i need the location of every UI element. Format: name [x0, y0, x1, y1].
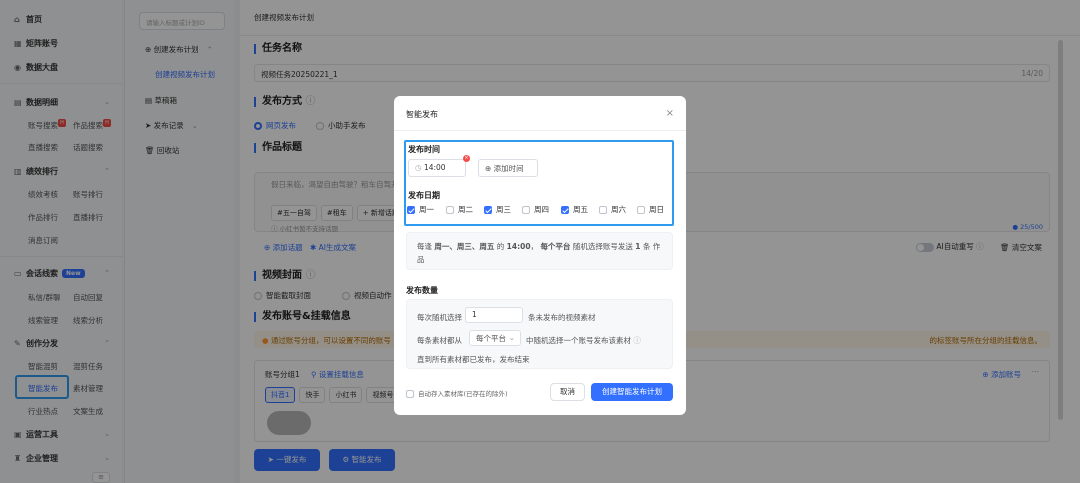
day-checkbox[interactable]: 周日 — [637, 204, 664, 215]
help-icon: ⓘ — [633, 336, 641, 345]
summary-platform: 每个平台 — [540, 242, 571, 251]
each-material-post: 中随机选择一个账号发布该素材 ⓘ — [526, 335, 641, 346]
checkbox[interactable] — [446, 206, 454, 214]
publish-time-label: 发布时间 — [408, 145, 440, 154]
publish-date-label: 发布日期 — [408, 191, 440, 200]
summary-pre: 每逢 — [417, 242, 432, 251]
each-count-input[interactable]: 1 — [465, 307, 523, 323]
plus-circle-icon: ⊕ — [485, 164, 494, 173]
day-checkbox[interactable]: 周三 — [484, 204, 511, 215]
chevron-down-icon: ⌄ — [508, 333, 515, 342]
day-label: 周四 — [534, 205, 549, 214]
summary-unit: 条 — [642, 242, 651, 251]
checkbox[interactable] — [637, 206, 645, 214]
time-value: 14:00 — [423, 163, 446, 172]
platform-select-value: 每个平台 — [476, 334, 506, 343]
close-icon[interactable]: × — [666, 108, 674, 119]
checkbox[interactable] — [561, 206, 569, 214]
summary-days: 周一、周三、周五 — [434, 242, 495, 251]
summary-comma: ， — [530, 242, 539, 251]
each-random-label: 每次随机选择 — [417, 313, 462, 322]
day-label: 周日 — [649, 205, 664, 214]
modal-title: 智能发布 — [406, 110, 438, 119]
checkbox[interactable] — [599, 206, 607, 214]
checkbox[interactable] — [522, 206, 530, 214]
summary-of: 的 — [496, 242, 505, 251]
day-label: 周一 — [419, 205, 434, 214]
day-checkbox[interactable]: 周五 — [561, 204, 588, 215]
day-checkbox[interactable]: 周二 — [446, 204, 473, 215]
auto-store-label: 自动存入素材库(已存在的除外) — [418, 390, 508, 398]
day-label: 周二 — [458, 205, 473, 214]
day-checkbox[interactable]: 周四 — [522, 204, 549, 215]
checkbox[interactable] — [406, 390, 414, 398]
smart-publish-modal: 智能发布 × 发布时间 ◷ 14:00 × ⊕ 添加时间 发布日期 每逢 周一、… — [394, 96, 686, 415]
clock-icon: ◷ — [415, 163, 424, 172]
add-time-button[interactable]: ⊕ 添加时间 — [478, 159, 538, 177]
day-label: 周六 — [611, 205, 626, 214]
day-checkbox[interactable]: 周一 — [407, 204, 434, 215]
add-time-label: 添加时间 — [493, 164, 524, 173]
day-checkbox[interactable]: 周六 — [599, 204, 626, 215]
divider — [394, 130, 686, 131]
remove-time-icon[interactable]: × — [463, 155, 470, 162]
summary-text: 每逢 周一、周三、周五 的 14:00， 每个平台 随机选择账号发送 1 条 作… — [417, 240, 667, 266]
day-label: 周三 — [496, 205, 511, 214]
cancel-button[interactable]: 取消 — [550, 383, 585, 401]
summary-box: 每逢 周一、周三、周五 的 14:00， 每个平台 随机选择账号发送 1 条 作… — [406, 232, 673, 270]
checkbox[interactable] — [484, 206, 492, 214]
checkbox[interactable] — [407, 206, 415, 214]
create-smart-plan-button[interactable]: 创建智能发布计划 — [591, 383, 673, 401]
count-settings-box: 每次随机选择 1 条未发布的视频素材 每条素材都从 每个平台 ⌄ 中随机选择一个账… — [406, 299, 673, 369]
platform-select[interactable]: 每个平台 ⌄ — [469, 330, 521, 346]
until-text: 直到所有素材都已发布，发布结束 — [417, 355, 530, 364]
auto-store-checkbox[interactable]: 自动存入素材库(已存在的除外) — [406, 388, 508, 398]
each-material-pre: 每条素材都从 — [417, 336, 462, 345]
each-suffix: 条未发布的视频素材 — [528, 313, 596, 322]
day-label: 周五 — [573, 205, 588, 214]
publish-count-label: 发布数量 — [406, 286, 438, 295]
each-material-post-label: 中随机选择一个账号发布该素材 — [526, 336, 631, 345]
summary-time: 14:00 — [506, 242, 531, 251]
summary-count: 1 — [635, 242, 641, 251]
time-input[interactable]: ◷ 14:00 — [408, 159, 466, 177]
summary-mid: 随机选择账号发送 — [572, 242, 633, 251]
